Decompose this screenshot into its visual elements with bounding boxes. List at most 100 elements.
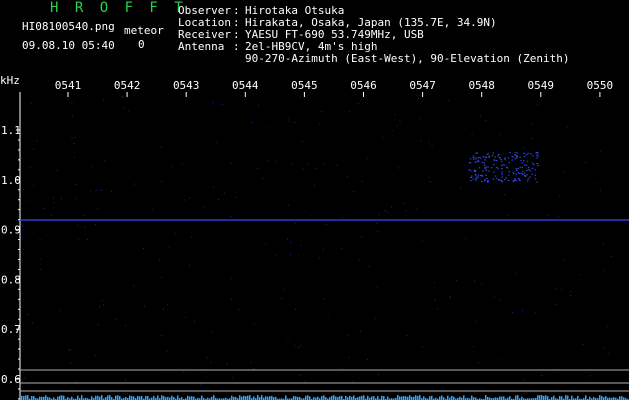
noise-bar xyxy=(353,395,355,400)
noise-dot xyxy=(253,368,255,370)
noise-bar xyxy=(463,395,465,400)
noise-bar xyxy=(269,396,271,400)
noise-dot xyxy=(471,133,473,135)
noise-dot xyxy=(281,297,283,299)
echo-dot xyxy=(508,171,511,173)
echo-dot xyxy=(534,169,537,171)
noise-bar xyxy=(249,395,251,400)
noise-dot xyxy=(436,308,438,310)
noise-bar xyxy=(439,396,441,400)
echo-dot xyxy=(494,156,496,158)
echo-dot xyxy=(515,179,517,181)
noise-dot xyxy=(361,236,363,238)
echo-dot xyxy=(492,171,495,173)
noise-dot xyxy=(378,214,380,216)
noise-dot xyxy=(374,318,376,320)
echo-dot xyxy=(518,173,521,175)
echo-dot xyxy=(525,154,528,156)
noise-dot xyxy=(596,96,598,98)
noise-dot xyxy=(336,164,338,166)
x-tick-label: 0544 xyxy=(232,79,259,92)
echo-dot xyxy=(514,152,517,154)
noise-bar xyxy=(295,396,297,400)
noise-dot xyxy=(524,147,526,149)
noise-dot xyxy=(60,198,62,200)
noise-dot xyxy=(283,289,285,291)
noise-dot xyxy=(299,97,301,99)
noise-dot xyxy=(607,353,609,355)
noise-dot xyxy=(405,210,407,212)
noise-dot xyxy=(24,377,26,379)
noise-dot xyxy=(74,156,76,158)
noise-dot xyxy=(304,381,306,383)
noise-bar xyxy=(621,396,623,400)
noise-dot xyxy=(77,224,79,226)
noise-bar xyxy=(585,395,587,400)
echo-dot xyxy=(472,158,475,160)
noise-dot xyxy=(570,294,572,296)
echo-dot xyxy=(516,169,518,171)
noise-dot xyxy=(399,120,401,122)
echo-dot xyxy=(518,179,520,181)
echo-dot xyxy=(468,162,471,164)
noise-dot xyxy=(217,198,219,200)
noise-bar xyxy=(305,395,307,400)
noise-bar xyxy=(321,396,323,400)
noise-dot xyxy=(95,223,97,225)
noise-bar xyxy=(547,396,549,400)
noise-dot xyxy=(200,383,202,385)
noise-dot xyxy=(599,189,601,191)
noise-dot xyxy=(191,236,193,238)
echo-dot xyxy=(505,177,508,179)
echo-dot xyxy=(497,155,499,157)
noise-dot xyxy=(606,326,608,328)
noise-dot xyxy=(95,189,97,191)
noise-dot xyxy=(194,321,196,323)
echo-dot xyxy=(514,158,517,160)
noise-dot xyxy=(213,186,215,188)
echo-dot xyxy=(537,152,539,154)
noise-bar xyxy=(25,395,27,400)
echo-dot xyxy=(483,162,486,164)
echo-dot xyxy=(476,152,479,154)
echo-dot xyxy=(517,178,520,180)
noise-dot xyxy=(265,242,267,244)
echo-dot xyxy=(474,158,477,160)
noise-dot xyxy=(175,232,177,234)
noise-dot xyxy=(101,300,103,302)
echo-dot xyxy=(495,160,498,162)
noise-dot xyxy=(204,207,206,209)
noise-dot xyxy=(36,140,38,142)
echo-dot xyxy=(523,164,526,166)
echo-dot xyxy=(492,152,494,154)
echo-dot xyxy=(482,170,484,172)
noise-dot xyxy=(298,255,300,257)
x-tick-label: 0541 xyxy=(55,79,82,92)
echo-dot xyxy=(519,156,521,158)
x-tick-label: 0549 xyxy=(528,79,555,92)
noise-bar xyxy=(23,396,25,400)
noise-dot xyxy=(166,350,168,352)
noise-dot xyxy=(323,163,325,165)
noise-dot xyxy=(368,265,370,267)
echo-dot xyxy=(521,171,524,173)
noise-dot xyxy=(434,299,436,301)
noise-bar xyxy=(119,395,121,400)
noise-dot xyxy=(94,354,96,356)
noise-bar xyxy=(619,396,621,400)
noise-dot xyxy=(480,115,482,117)
echo-dot xyxy=(513,180,515,182)
echo-dot xyxy=(475,152,477,154)
noise-bar xyxy=(339,396,341,400)
noise-dot xyxy=(346,176,348,178)
noise-dot xyxy=(291,162,293,164)
echo-dot xyxy=(520,172,523,174)
noise-dot xyxy=(257,105,259,107)
echo-dot xyxy=(514,154,516,156)
noise-dot xyxy=(555,303,557,305)
noise-dot xyxy=(39,258,41,260)
echo-dot xyxy=(477,174,480,176)
echo-dot xyxy=(534,174,537,176)
echo-dot xyxy=(536,163,539,165)
noise-bar xyxy=(545,395,547,400)
